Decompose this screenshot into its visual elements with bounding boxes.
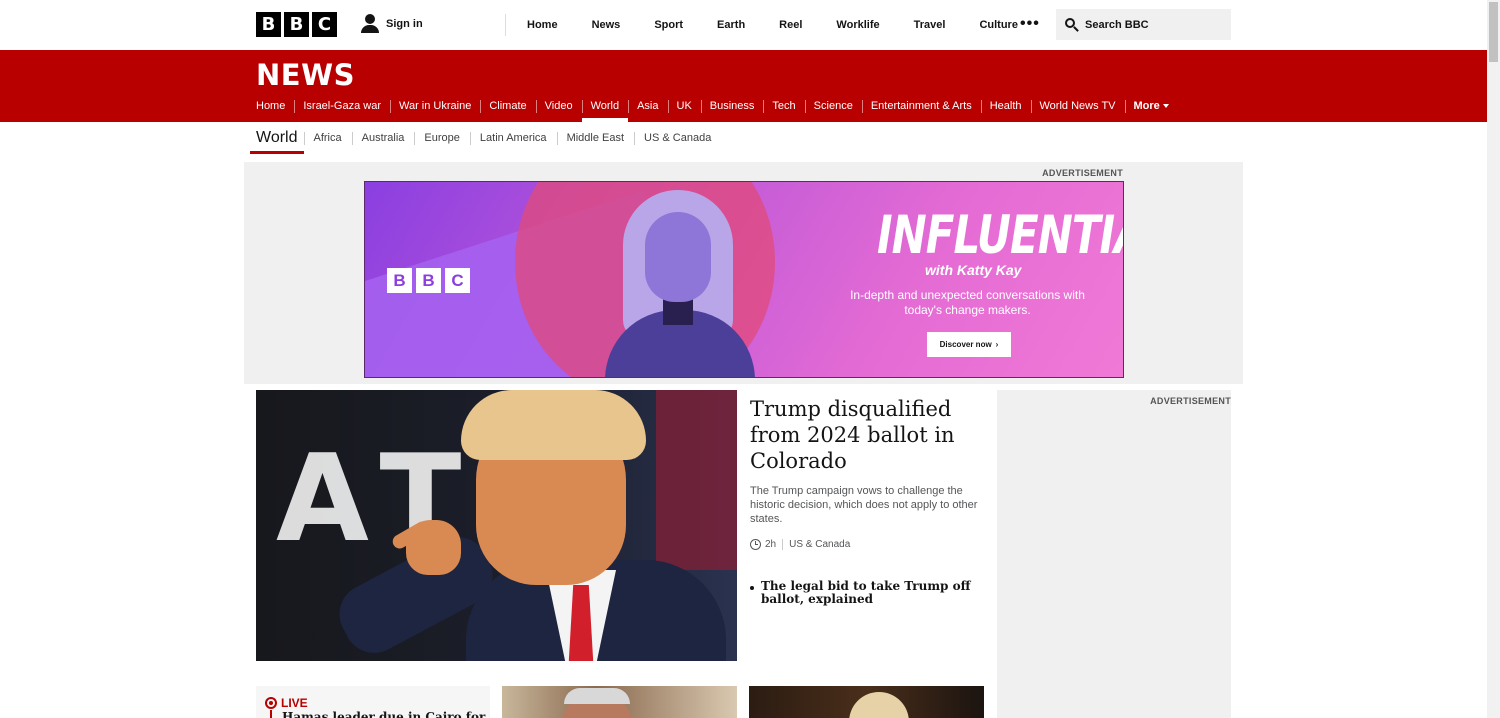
bbc-logo[interactable]: B B C: [256, 12, 337, 37]
news-nav-asia[interactable]: Asia: [628, 94, 667, 122]
logo-letter: C: [312, 12, 337, 37]
news-nav: Home Israel-Gaza war War in Ukraine Clim…: [256, 94, 1178, 122]
hero-summary: The Trump campaign vows to challenge the…: [750, 485, 978, 525]
top-advertisement: ADVERTISEMENT B B C INFLUENTIAL with Kat…: [244, 162, 1243, 384]
news-nav-more[interactable]: More: [1124, 94, 1178, 122]
presenter-image: [605, 190, 755, 377]
advertisement-label: ADVERTISEMENT: [1150, 396, 1231, 406]
news-nav-world[interactable]: World: [581, 94, 629, 122]
news-nav-home[interactable]: Home: [256, 94, 294, 122]
subnav-us-canada[interactable]: US & Canada: [634, 132, 721, 145]
related-story-text: The legal bid to take Trump off ballot, …: [761, 579, 971, 606]
hero-story: Trump disqualified from 2024 ballot in C…: [750, 396, 984, 606]
subnav-europe[interactable]: Europe: [414, 132, 469, 145]
side-advertisement: ADVERTISEMENT: [997, 390, 1231, 718]
scrollbar-thumb[interactable]: [1489, 2, 1498, 62]
banner-title: INFLUENTIAL: [877, 204, 1123, 266]
live-badge: LIVE: [265, 696, 308, 710]
story-card-image[interactable]: [749, 686, 984, 718]
search-icon: [1065, 17, 1079, 32]
top-nav-worklife[interactable]: Worklife: [819, 19, 896, 31]
discover-now-label: Discover now: [939, 340, 992, 349]
divider: [505, 14, 506, 36]
banner-host: with Katty Kay: [925, 262, 1022, 278]
divider: [782, 539, 784, 550]
subnav-africa[interactable]: Africa: [303, 132, 352, 145]
story-card-image[interactable]: [502, 686, 737, 718]
related-story-link[interactable]: The legal bid to take Trump off ballot, …: [750, 580, 984, 606]
hero-meta: 2h US & Canada: [750, 539, 984, 550]
news-title[interactable]: NEWS: [256, 58, 355, 92]
live-story-card[interactable]: LIVE Hamas leader due in Cairo for: [256, 686, 490, 718]
news-nav-uk[interactable]: UK: [667, 94, 701, 122]
logo-letter: B: [256, 12, 281, 37]
clock-icon: [750, 539, 761, 550]
live-line: [270, 710, 272, 718]
banner-subtitle: In-depth and unexpected conversations wi…: [850, 288, 1085, 317]
hero-category[interactable]: US & Canada: [789, 539, 850, 550]
news-nav-israel-gaza-war[interactable]: Israel-Gaza war: [294, 94, 390, 122]
world-subnav: World Africa Australia Europe Latin Amer…: [250, 122, 721, 154]
search-box[interactable]: Search BBC: [1056, 9, 1231, 40]
discover-now-button[interactable]: Discover now ›: [927, 332, 1011, 357]
top-nav-sport[interactable]: Sport: [637, 19, 700, 31]
news-header: NEWS Home Israel-Gaza war War in Ukraine…: [0, 50, 1487, 122]
influential-ad-banner[interactable]: B B C INFLUENTIAL with Katty Kay In-dept…: [364, 181, 1124, 378]
logo-letter: B: [416, 268, 441, 293]
news-nav-entertainment-arts[interactable]: Entertainment & Arts: [861, 94, 981, 122]
chevron-right-icon: ›: [995, 340, 999, 349]
news-nav-climate[interactable]: Climate: [480, 94, 535, 122]
top-nav-earth[interactable]: Earth: [700, 19, 762, 31]
sign-in-button[interactable]: Sign in: [360, 14, 423, 34]
live-icon: [265, 697, 277, 709]
top-nav-travel[interactable]: Travel: [897, 19, 963, 31]
top-nav-news[interactable]: News: [575, 19, 638, 31]
sign-in-label: Sign in: [386, 18, 423, 30]
top-nav-reel[interactable]: Reel: [762, 19, 819, 31]
news-nav-video[interactable]: Video: [535, 94, 582, 122]
top-nav-home[interactable]: Home: [510, 19, 575, 31]
news-nav-war-in-ukraine[interactable]: War in Ukraine: [389, 94, 480, 122]
user-icon: [360, 14, 380, 34]
news-nav-business[interactable]: Business: [700, 94, 764, 122]
search-placeholder: Search BBC: [1085, 18, 1149, 31]
news-nav-world-news-tv[interactable]: World News TV: [1030, 94, 1125, 122]
page-scrollbar[interactable]: [1487, 0, 1500, 718]
news-nav-science[interactable]: Science: [804, 94, 862, 122]
live-label: LIVE: [281, 696, 308, 710]
live-story-headline: Hamas leader due in Cairo for: [282, 710, 486, 718]
news-nav-tech[interactable]: Tech: [763, 94, 804, 122]
bullet-icon: [750, 586, 754, 590]
subnav-latin-america[interactable]: Latin America: [469, 132, 557, 145]
subnav-current-world[interactable]: World: [250, 122, 304, 154]
chevron-down-icon: [1162, 104, 1169, 109]
banner-bbc-logo: B B C: [387, 268, 470, 293]
logo-letter: B: [284, 12, 309, 37]
logo-letter: B: [387, 268, 412, 293]
hero-image[interactable]: AT: [256, 390, 737, 661]
subnav-australia[interactable]: Australia: [351, 132, 415, 145]
news-nav-health[interactable]: Health: [980, 94, 1031, 122]
top-nav: Home News Sport Earth Reel Worklife Trav…: [510, 0, 1035, 50]
subnav-middle-east[interactable]: Middle East: [556, 132, 634, 145]
advertisement-label: ADVERTISEMENT: [1042, 168, 1123, 178]
more-menu-icon[interactable]: •••: [1020, 16, 1040, 32]
logo-letter: C: [445, 268, 470, 293]
more-label: More: [1133, 100, 1160, 112]
hero-headline[interactable]: Trump disqualified from 2024 ballot in C…: [750, 396, 984, 474]
hero-time: 2h: [765, 539, 777, 550]
top-header: B B C Sign in Home News Sport Earth Reel…: [0, 0, 1487, 50]
